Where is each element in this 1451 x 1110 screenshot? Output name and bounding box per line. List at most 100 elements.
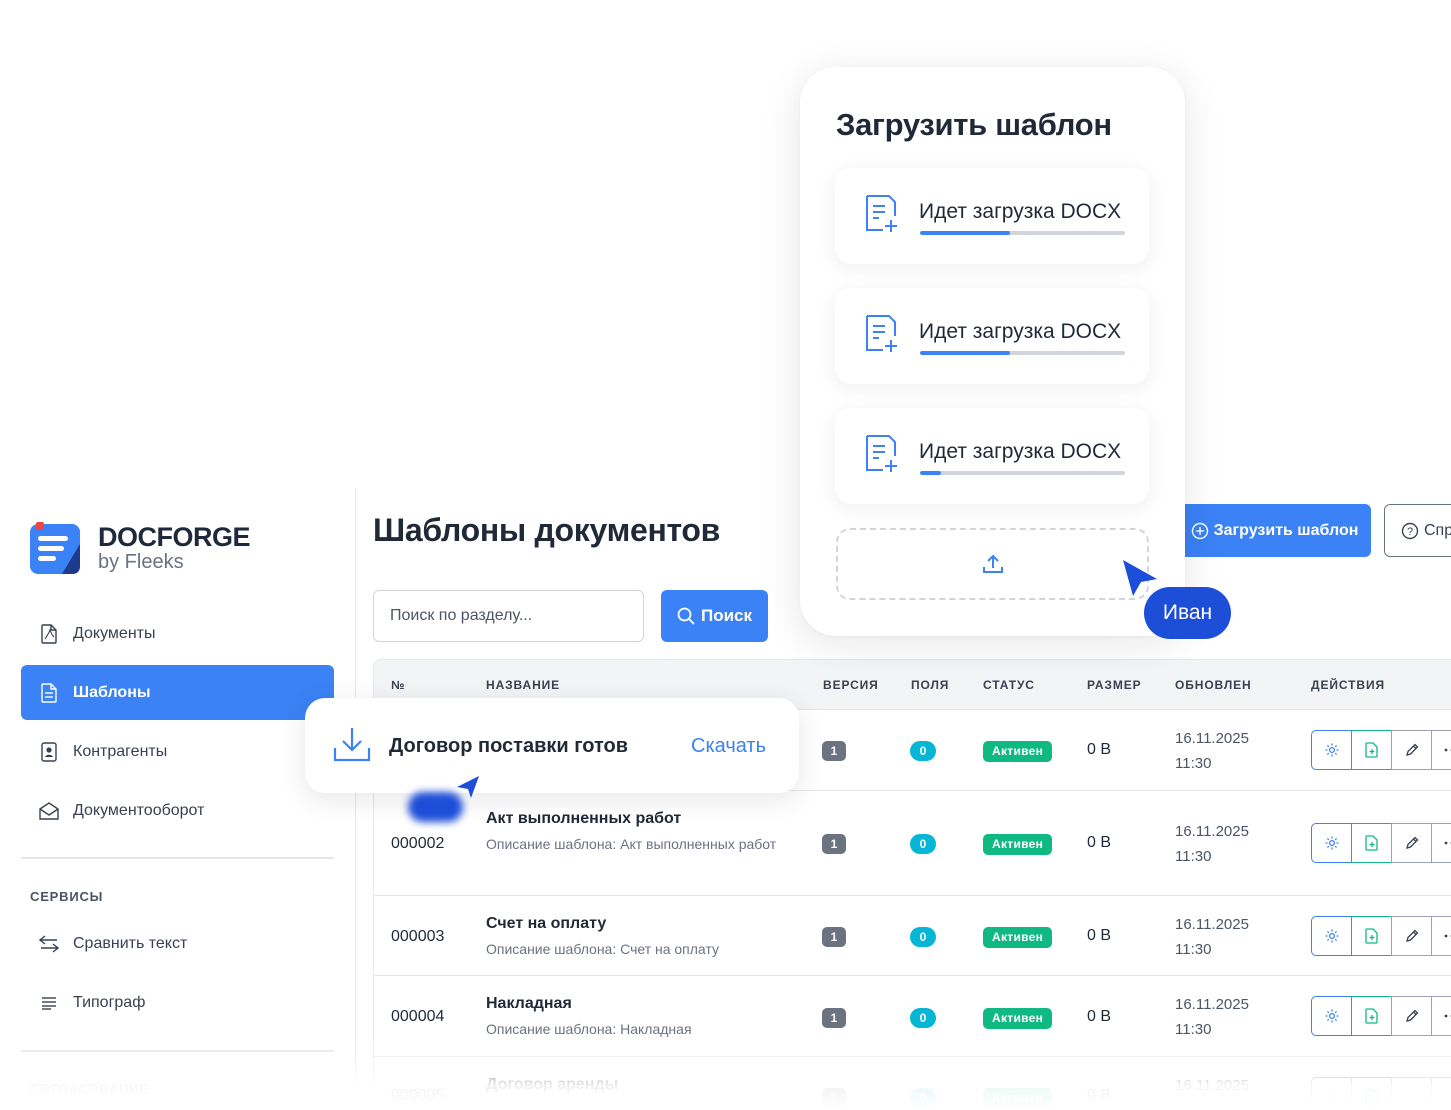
edit-button[interactable]	[1391, 996, 1432, 1036]
upload-item: Идет загрузка DOCX	[835, 408, 1149, 504]
updated-time: 11:30	[1175, 1021, 1212, 1038]
template-name: Акт выполненных работ	[486, 810, 682, 827]
sidebar: DOCFORGE by Fleeks Документы Шаблоны Кон…	[0, 488, 356, 1110]
updated-date: 16.11.2025	[1175, 1077, 1249, 1094]
sidebar-item-counterparties[interactable]: Контрагенты	[21, 724, 334, 779]
more-dots-icon	[1444, 748, 1451, 752]
search-button-label: Поиск	[700, 606, 753, 625]
upload-item-label: Идет загрузка DOCX	[919, 440, 1122, 463]
edit-button[interactable]	[1391, 730, 1432, 770]
file-plus-icon	[863, 194, 899, 239]
search-input[interactable]: Поиск по разделу...	[373, 590, 644, 642]
upload-button-label: Загрузить шаблон	[1213, 521, 1359, 539]
upload-progress-bar	[920, 471, 1125, 475]
upload-icon	[982, 553, 1004, 575]
sidebar-item-workflow[interactable]: Документооборот	[21, 783, 334, 838]
row-actions	[1311, 1077, 1451, 1110]
edit-button[interactable]	[1391, 823, 1432, 863]
file-dropzone[interactable]	[836, 528, 1149, 600]
fields-badge: 0	[910, 741, 936, 761]
row-number: 000002	[391, 835, 445, 852]
settings-button[interactable]	[1311, 996, 1352, 1036]
generate-document-button[interactable]	[1351, 996, 1392, 1036]
help-button[interactable]: ? Спр	[1384, 504, 1451, 557]
status-badge: Активен	[983, 1008, 1053, 1029]
updated-date: 16.11.2025	[1175, 730, 1249, 747]
updated-time: 11:30	[1175, 848, 1212, 865]
gear-icon	[1324, 1008, 1340, 1024]
updated-date: 16.11.2025	[1175, 823, 1249, 840]
column-header-name: НАЗВАНИЕ	[486, 678, 561, 692]
search-icon	[677, 607, 695, 625]
table-row[interactable]: 000005 Договор аренды 1 0 Активен 0 B 16…	[374, 1057, 1451, 1110]
fields-badge: 0	[910, 1088, 936, 1108]
plus-circle-icon	[1191, 522, 1209, 540]
gear-icon	[1324, 742, 1340, 758]
updated-date: 16.11.2025	[1175, 996, 1249, 1013]
settings-button[interactable]	[1311, 1077, 1352, 1110]
status-badge: Активен	[983, 927, 1053, 948]
table-row[interactable]: 000004 Накладная Описание шаблона: Накла…	[374, 976, 1451, 1057]
sidebar-nav: Документы Шаблоны Контрагенты Документоо…	[21, 606, 334, 842]
column-header-size: РАЗМЕР	[1087, 678, 1142, 692]
modal-title: Загрузить шаблон	[836, 107, 1112, 142]
table-row[interactable]: 000002 Акт выполненных работ Описание ша…	[374, 791, 1451, 896]
sidebar-item-compare-text[interactable]: Сравнить текст	[21, 916, 334, 971]
settings-button[interactable]	[1311, 916, 1352, 956]
sidebar-item-label: Контрагенты	[73, 742, 168, 760]
template-name: Накладная	[486, 995, 572, 1012]
file-plus-icon	[1364, 835, 1379, 851]
edit-button[interactable]	[1391, 916, 1432, 956]
download-link[interactable]: Скачать	[691, 735, 766, 758]
search-button[interactable]: Поиск	[661, 590, 768, 642]
file-plus-icon	[863, 314, 899, 359]
template-name: Договор аренды	[486, 1076, 619, 1093]
more-button[interactable]	[1431, 996, 1451, 1036]
file-plus-icon	[1364, 928, 1379, 944]
sidebar-item-templates[interactable]: Шаблоны	[21, 665, 334, 720]
sidebar-item-documents[interactable]: Документы	[21, 606, 334, 661]
sidebar-item-label: Типограф	[73, 993, 146, 1011]
file-plus-icon	[863, 434, 899, 479]
brand-name: DOCFORGE	[98, 522, 251, 552]
more-button[interactable]	[1431, 823, 1451, 863]
version-badge: 1	[822, 1088, 846, 1108]
row-actions	[1311, 916, 1451, 956]
sidebar-item-typograph[interactable]: Типограф	[21, 975, 334, 1030]
brand-logo[interactable]: DOCFORGE by Fleeks	[28, 520, 251, 576]
updated-time: 11:30	[1175, 755, 1212, 772]
gear-icon	[1324, 835, 1340, 851]
download-ready-toast: Договор поставки готов Скачать	[305, 698, 799, 793]
upload-item-label: Идет загрузка DOCX	[919, 320, 1122, 343]
more-button[interactable]	[1431, 730, 1451, 770]
generate-document-button[interactable]	[1351, 730, 1392, 770]
text-lines-icon	[39, 993, 59, 1013]
generate-document-button[interactable]	[1351, 1077, 1392, 1110]
column-header-actions: ДЕЙСТВИЯ	[1311, 678, 1385, 692]
template-description: Описание шаблона: Акт выполненных работ	[486, 836, 777, 852]
generate-document-button[interactable]	[1351, 823, 1392, 863]
upload-progress-fill	[920, 351, 1011, 355]
generate-document-button[interactable]	[1351, 916, 1392, 956]
size-cell: 0 B	[1087, 741, 1112, 758]
more-button[interactable]	[1431, 1077, 1451, 1110]
settings-button[interactable]	[1311, 730, 1352, 770]
settings-button[interactable]	[1311, 823, 1352, 863]
services-heading: СЕРВИСЫ	[30, 889, 104, 904]
template-name: Счет на оплату	[486, 915, 607, 932]
collaborator-cursor-tag: Иван	[1144, 587, 1231, 639]
template-description: Описание шаблона: Накладная	[486, 1021, 692, 1037]
gear-icon	[1324, 928, 1340, 944]
more-dots-icon	[1444, 841, 1451, 845]
more-button[interactable]	[1431, 916, 1451, 956]
upload-template-button[interactable]: Загрузить шаблон	[1178, 504, 1371, 557]
updated-time: 11:30	[1175, 941, 1212, 958]
table-row[interactable]: 000003 Счет на оплату Описание шаблона: …	[374, 896, 1451, 976]
sidebar-item-label: Сравнить текст	[73, 934, 188, 952]
more-dots-icon	[1444, 934, 1451, 938]
more-dots-icon	[1444, 1014, 1451, 1018]
column-header-version: ВЕРСИЯ	[823, 678, 879, 692]
arrows-swap-icon	[39, 934, 59, 954]
fields-badge: 0	[910, 834, 936, 854]
edit-button[interactable]	[1391, 1077, 1432, 1110]
